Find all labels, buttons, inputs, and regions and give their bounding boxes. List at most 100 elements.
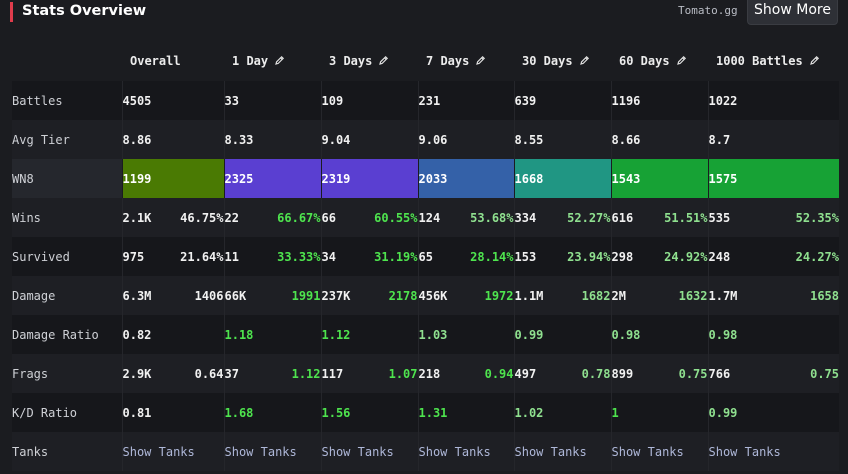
row-label: Frags xyxy=(12,354,122,393)
pencil-icon[interactable] xyxy=(378,55,389,69)
frags-1-day: 37 1.12 xyxy=(223,354,321,393)
survived-rate: 28.14% xyxy=(470,249,514,264)
survived-rate: 31.19% xyxy=(374,249,418,264)
survived-rate: 33.33% xyxy=(277,249,321,264)
col-header-label: 30 Days xyxy=(522,53,573,68)
show-tanks-link[interactable]: Show Tanks xyxy=(225,445,297,459)
pencil-icon[interactable] xyxy=(579,55,590,69)
wins-count: 334 xyxy=(514,210,537,225)
survived-60-days: 298 24.92% xyxy=(610,237,708,276)
battles-7-days: 231 xyxy=(417,81,514,120)
avg-tier-30-days: 8.55 xyxy=(513,120,611,159)
damage-ratio-3-days: 1.12 xyxy=(320,315,418,354)
show-tanks-link[interactable]: Show Tanks xyxy=(419,445,491,459)
frags-average: 0.78 xyxy=(581,366,611,381)
show-tanks-link[interactable]: Show Tanks xyxy=(612,445,684,459)
page-title: Stats Overview xyxy=(22,3,147,19)
damage-total: 1.1M xyxy=(514,288,544,303)
tanks-1000-battles: Show Tanks xyxy=(707,432,839,471)
frags-total: 218 xyxy=(418,366,441,381)
row-frags: Frags 2.9K 0.64 37 1.12 117 1.07 218 0.94 49… xyxy=(12,354,839,393)
damage-average: 1406 xyxy=(194,288,224,303)
col-header-label: Overall xyxy=(130,54,181,68)
col-header-7-days: 7 Days xyxy=(418,41,514,81)
wins-count: 22 xyxy=(224,210,239,225)
wins-count: 2.1K xyxy=(122,210,152,225)
frags-average: 1.07 xyxy=(388,366,418,381)
wins-3-days: 66 60.55% xyxy=(320,198,418,237)
wn8-1-day: 2325 xyxy=(223,159,321,198)
wins-rate: 60.55% xyxy=(374,210,418,225)
frags-total: 37 xyxy=(224,366,239,381)
col-header-label: 60 Days xyxy=(619,53,670,68)
damage-7-days: 456K 1972 xyxy=(417,276,514,315)
row-battles: Battles 4505 33 109 231 639 1196 1022 xyxy=(12,81,839,120)
survived-rate: 21.64% xyxy=(180,249,224,264)
pencil-icon[interactable] xyxy=(475,55,486,69)
survived-count: 298 xyxy=(611,249,634,264)
show-tanks-link[interactable]: Show Tanks xyxy=(709,445,781,459)
wins-1000-battles: 535 52.35% xyxy=(707,198,839,237)
show-tanks-link[interactable]: Show Tanks xyxy=(123,445,195,459)
source-label: Tomato.gg xyxy=(678,4,738,17)
survived-count: 153 xyxy=(514,249,537,264)
survived-count: 65 xyxy=(418,249,433,264)
frags-7-days: 218 0.94 xyxy=(417,354,514,393)
frags-average: 0.75 xyxy=(810,366,839,381)
pencil-icon[interactable] xyxy=(809,55,820,69)
wins-overall: 2.1K 46.75% xyxy=(121,198,224,237)
pencil-icon[interactable] xyxy=(274,55,285,69)
col-header-60-days: 60 Days xyxy=(611,41,708,81)
damage-3-days: 237K 2178 xyxy=(320,276,418,315)
avg-tier-3-days: 9.04 xyxy=(320,120,418,159)
wins-rate: 66.67% xyxy=(277,210,321,225)
corner-cell xyxy=(12,41,122,81)
survived-overall: 975 21.64% xyxy=(121,237,224,276)
avg-tier-7-days: 9.06 xyxy=(417,120,514,159)
battles-30-days: 639 xyxy=(513,81,611,120)
survived-count: 975 xyxy=(122,249,145,264)
frags-average: 1.12 xyxy=(291,366,321,381)
row-survived: Survived 975 21.64% 11 33.33% 34 31.19% 65 2… xyxy=(12,237,839,276)
pencil-icon[interactable] xyxy=(676,55,687,69)
row-avg-tier: Avg Tier 8.86 8.33 9.04 9.06 8.55 8.66 8… xyxy=(12,120,839,159)
show-more-button[interactable]: Show More xyxy=(747,0,838,25)
wins-count: 124 xyxy=(418,210,441,225)
damage-ratio-1-day: 1.18 xyxy=(223,315,321,354)
row-label: Battles xyxy=(12,81,122,120)
frags-total: 899 xyxy=(611,366,634,381)
tanks-overall: Show Tanks xyxy=(121,432,224,471)
show-tanks-link[interactable]: Show Tanks xyxy=(322,445,394,459)
section-header: Stats Overview Tomato.gg Show More xyxy=(0,0,848,26)
col-header-label: 3 Days xyxy=(329,53,373,68)
row-label: Damage Ratio xyxy=(12,315,122,354)
show-tanks-link[interactable]: Show Tanks xyxy=(515,445,587,459)
battles-3-days: 109 xyxy=(320,81,418,120)
survived-30-days: 153 23.94% xyxy=(513,237,611,276)
kd-ratio-1-day: 1.68 xyxy=(223,393,321,432)
tanks-1-day: Show Tanks xyxy=(223,432,321,471)
damage-average: 1682 xyxy=(581,288,611,303)
frags-3-days: 117 1.07 xyxy=(320,354,418,393)
wins-rate: 46.75% xyxy=(180,210,224,225)
wn8-30-days: 1668 xyxy=(513,159,611,198)
damage-average: 1658 xyxy=(810,288,839,303)
frags-total: 117 xyxy=(321,366,344,381)
damage-60-days: 2M 1632 xyxy=(610,276,708,315)
tanks-7-days: Show Tanks xyxy=(417,432,514,471)
damage-1-day: 66K 1991 xyxy=(223,276,321,315)
damage-total: 66K xyxy=(224,288,247,303)
row-label: Tanks xyxy=(12,432,122,471)
damage-total: 6.3M xyxy=(122,288,152,303)
row-damage-ratio: Damage Ratio 0.82 1.18 1.12 1.03 0.99 0.… xyxy=(12,315,839,354)
frags-total: 766 xyxy=(708,366,731,381)
col-header-30-days: 30 Days xyxy=(514,41,611,81)
kd-ratio-1000-battles: 0.99 xyxy=(707,393,839,432)
tanks-3-days: Show Tanks xyxy=(320,432,418,471)
damage-average: 1972 xyxy=(484,288,514,303)
wins-count: 66 xyxy=(321,210,336,225)
row-damage: Damage 6.3M 1406 66K 1991 237K 2178 456K 197… xyxy=(12,276,839,315)
col-header-1-day: 1 Day xyxy=(224,41,321,81)
wins-count: 535 xyxy=(708,210,731,225)
row-label: Wins xyxy=(12,198,122,237)
